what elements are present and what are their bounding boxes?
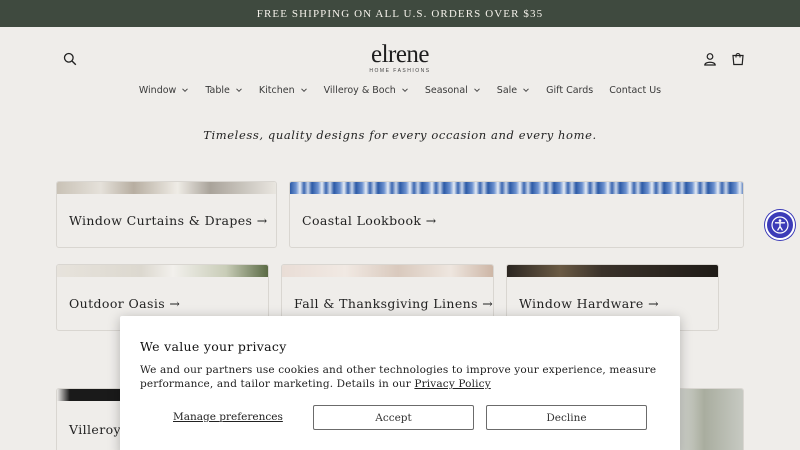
main-navigation: Window Table Kitchen Villeroy & Boch Seasona… (0, 82, 800, 98)
account-icon[interactable] (700, 49, 720, 69)
tagline: Timeless, quality designs for every occa… (203, 128, 597, 142)
nav-item-label: Window (138, 84, 177, 96)
nav-item-contact-us[interactable]: Contact Us (601, 82, 669, 98)
accept-button[interactable]: Accept (313, 405, 474, 430)
nav-item-seasonal[interactable]: Seasonal (417, 82, 489, 98)
collection-card-curtains[interactable]: Window Curtains & Drapes → (56, 181, 277, 248)
accessibility-widget-button[interactable] (765, 210, 795, 240)
collection-image (290, 182, 743, 194)
chevron-down-icon (236, 88, 242, 93)
nav-item-label: Contact Us (609, 84, 662, 96)
nav-item-label: Gift Cards (546, 84, 594, 96)
nav-item-sale[interactable]: Sale (489, 82, 538, 98)
logo-wordmark: elrene (370, 41, 430, 68)
nav-item-gift-cards[interactable]: Gift Cards (538, 82, 601, 98)
collection-title: Fall & Thanksgiving Linens → (294, 296, 494, 311)
collection-image (507, 265, 718, 277)
nav-item-label: Sale (496, 84, 518, 96)
privacy-body: We and our partners use cookies and othe… (140, 363, 660, 391)
chevron-down-icon (473, 88, 480, 93)
collection-title: Window Curtains & Drapes → (69, 213, 268, 228)
collection-title: Coastal Lookbook → (302, 213, 437, 228)
collection-image (57, 182, 276, 194)
collection-title: Window Hardware → (519, 296, 659, 311)
announcement-bar: FREE SHIPPING ON ALL U.S. ORDERS OVER $3… (0, 0, 800, 27)
collection-card-coastal[interactable]: Coastal Lookbook → (289, 181, 744, 248)
nav-item-label: Table (205, 84, 230, 96)
chevron-down-icon (401, 88, 408, 93)
nav-item-label: Kitchen (258, 84, 295, 96)
nav-item-kitchen[interactable]: Kitchen (251, 82, 316, 98)
nav-item-window[interactable]: Window (131, 82, 197, 98)
cart-icon[interactable] (728, 49, 748, 69)
collection-title: Villeroy (69, 422, 121, 437)
chevron-down-icon (182, 88, 189, 93)
privacy-text: We and our partners use cookies and othe… (140, 364, 657, 390)
collection-image (282, 265, 493, 277)
privacy-consent-dialog: We value your privacy We and our partner… (120, 316, 680, 450)
site-logo[interactable]: elrene HOME FASHIONS (350, 41, 450, 75)
collection-image (57, 265, 268, 277)
decline-button[interactable]: Decline (486, 405, 647, 430)
privacy-title: We value your privacy (140, 339, 287, 354)
nav-item-villeroy-boch[interactable]: Villeroy & Boch (316, 82, 417, 98)
chevron-down-icon (300, 88, 307, 93)
search-icon[interactable] (60, 49, 80, 69)
nav-item-label: Seasonal (424, 84, 468, 96)
manage-preferences-button[interactable]: Manage preferences (173, 411, 283, 423)
logo-subtitle: HOME FASHIONS (369, 68, 431, 74)
collection-title: Outdoor Oasis → (69, 296, 181, 311)
announcement-text: FREE SHIPPING ON ALL U.S. ORDERS OVER $3… (256, 7, 544, 20)
chevron-down-icon (523, 88, 529, 93)
collection-image (677, 389, 743, 450)
nav-item-label: Villeroy & Boch (323, 84, 396, 96)
nav-item-table[interactable]: Table (197, 82, 251, 98)
privacy-policy-link[interactable]: Privacy Policy (414, 378, 490, 390)
